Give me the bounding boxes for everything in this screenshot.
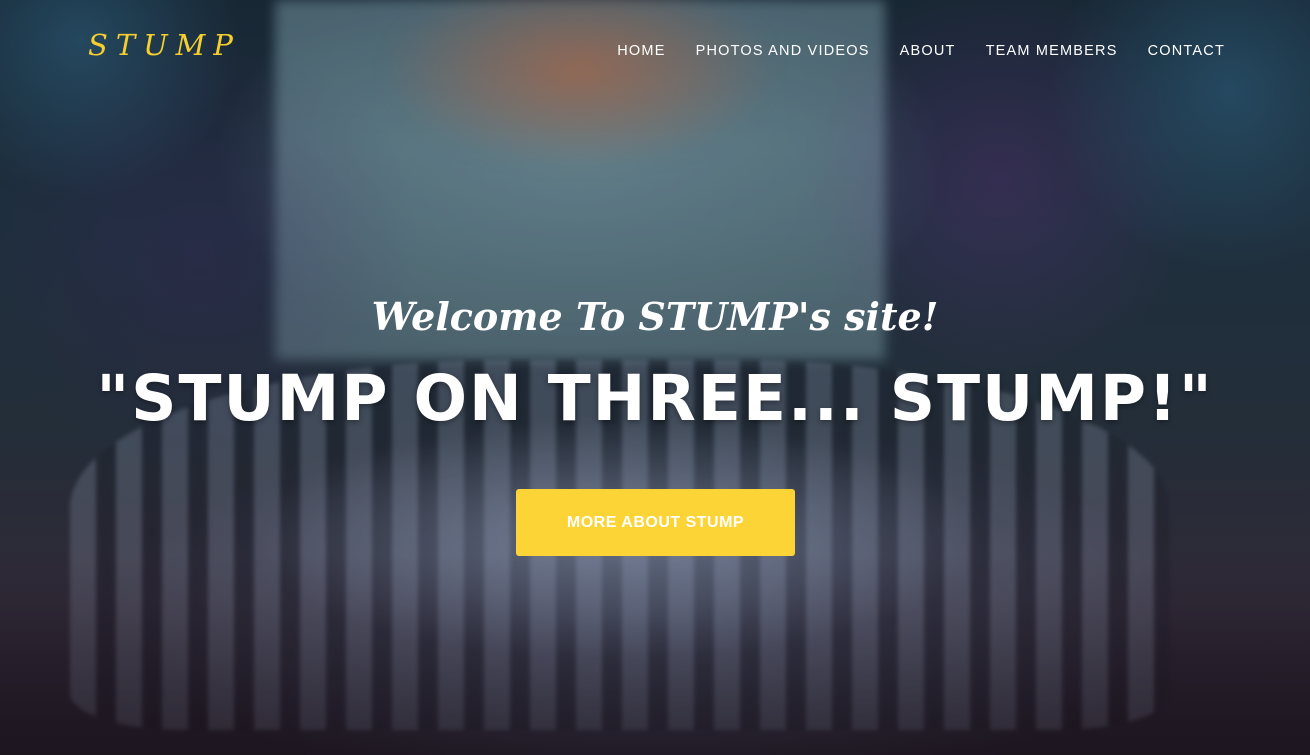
hero-headline: "STUMP ON THREE... STUMP!" [96,362,1214,435]
main-navigation: HOME PHOTOS AND VIDEOS ABOUT TEAM MEMBER… [617,40,1225,59]
nav-item-team-members: TEAM MEMBERS [986,40,1118,59]
nav-item-photos-and-videos: PHOTOS AND VIDEOS [696,40,870,59]
welcome-subtitle: Welcome To STUMP's site! [371,294,939,339]
nav-link-about[interactable]: ABOUT [900,43,956,59]
nav-link-photos-and-videos[interactable]: PHOTOS AND VIDEOS [696,43,870,59]
site-logo[interactable]: STUMP [88,28,241,62]
nav-item-home: HOME [617,40,665,59]
more-about-stump-button[interactable]: MORE ABOUT STUMP [516,489,795,556]
nav-link-contact[interactable]: CONTACT [1148,43,1225,59]
nav-link-home[interactable]: HOME [617,43,665,59]
nav-item-contact: CONTACT [1148,40,1225,59]
nav-item-about: ABOUT [900,40,956,59]
nav-link-team-members[interactable]: TEAM MEMBERS [986,43,1118,59]
hero-section: STUMP HOME PHOTOS AND VIDEOS ABOUT TEAM … [0,0,1310,755]
